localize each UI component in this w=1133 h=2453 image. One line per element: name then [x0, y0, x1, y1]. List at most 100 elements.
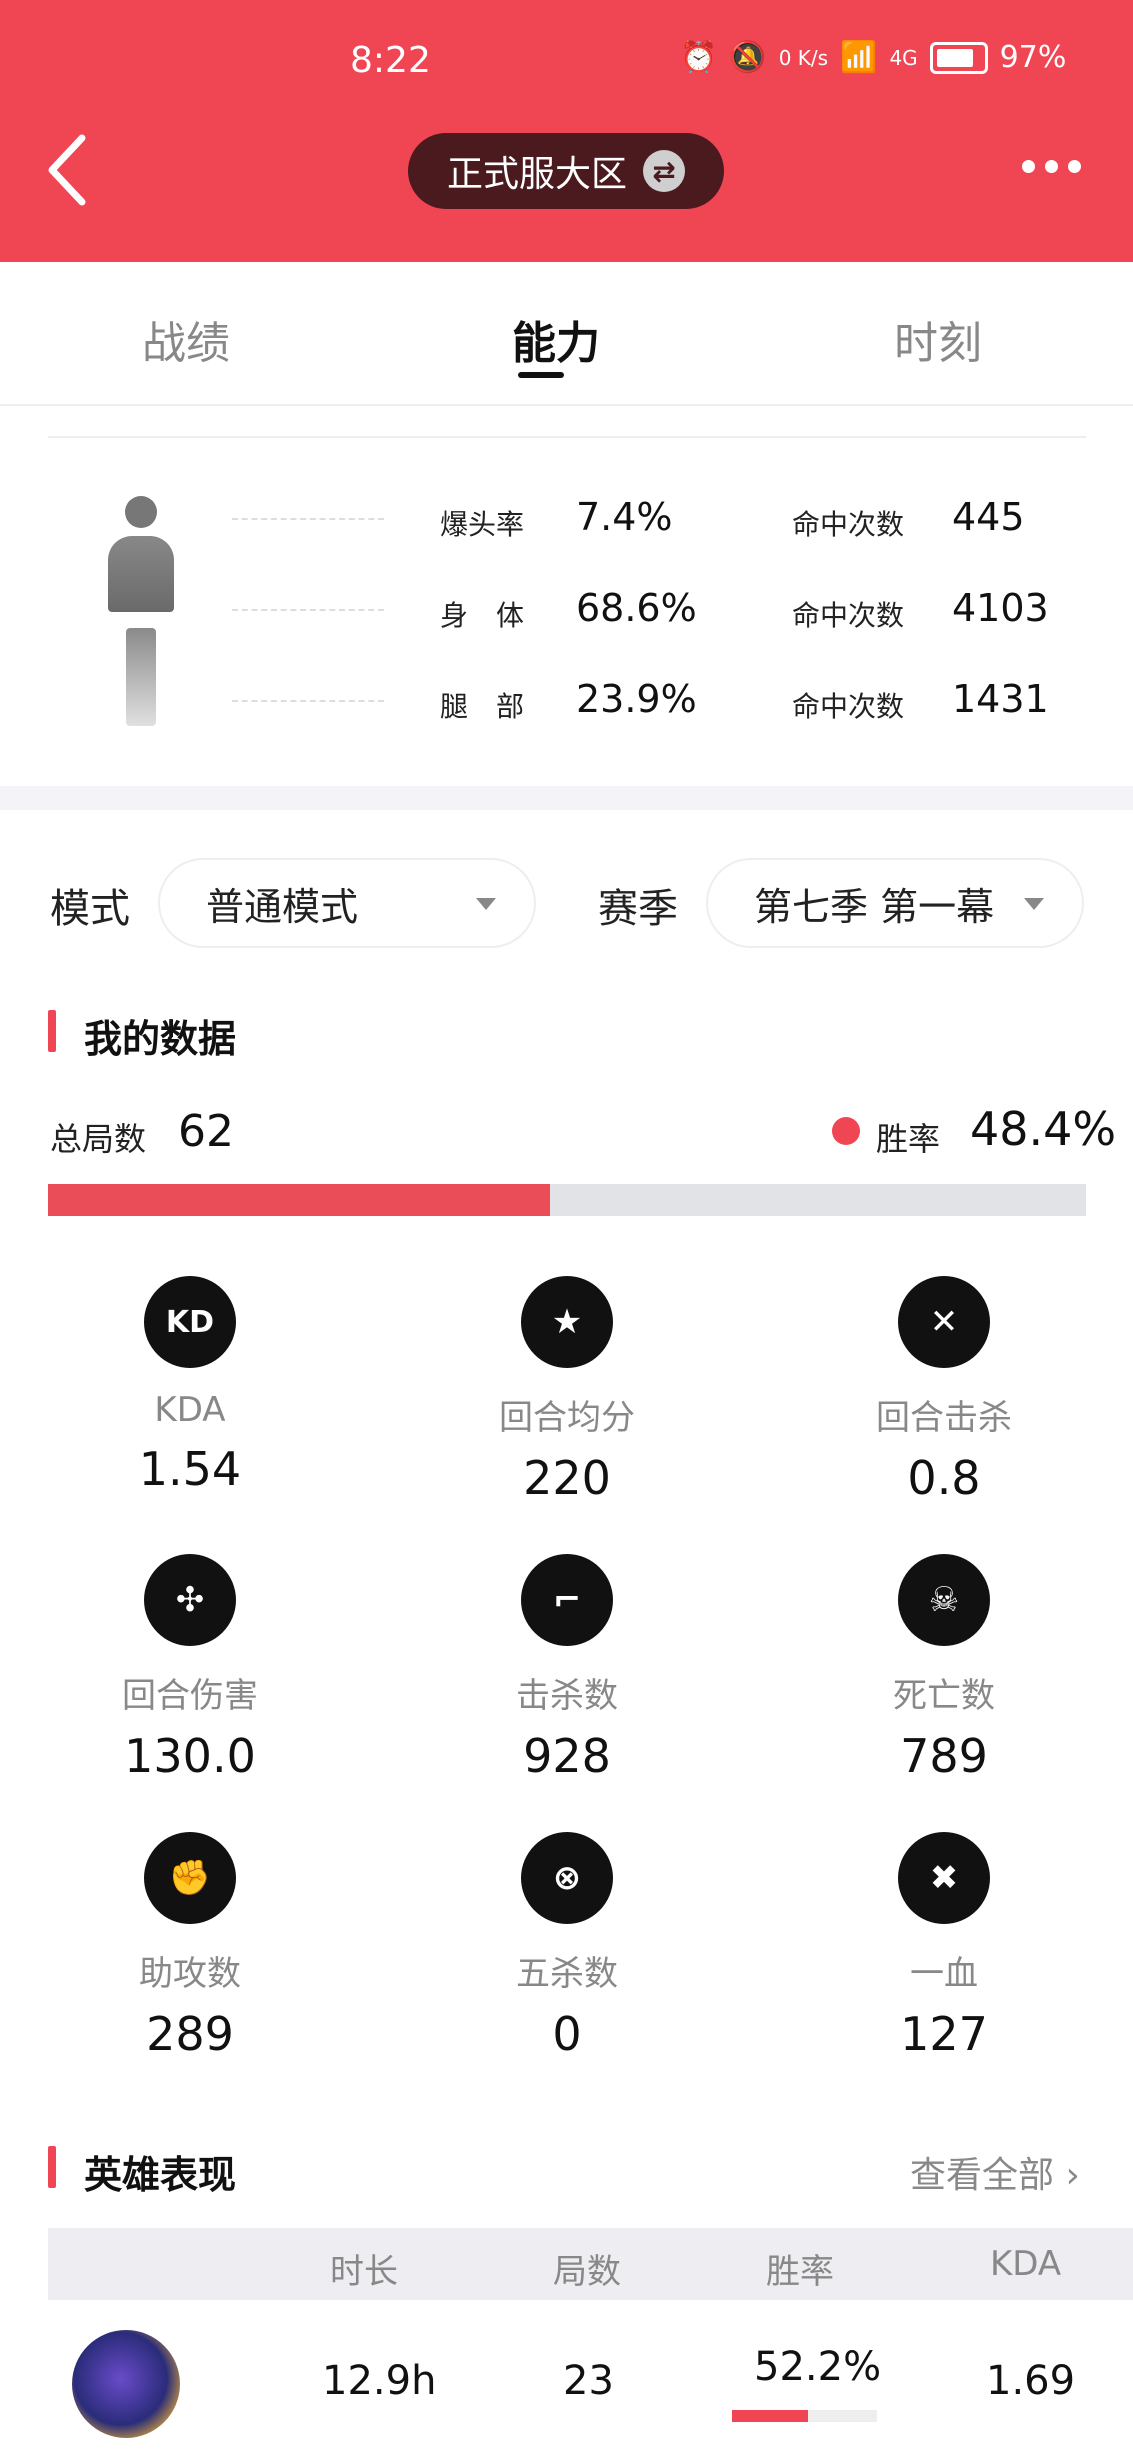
headshot-hits-label: 命中次数 — [792, 508, 905, 541]
head-leader-line — [232, 518, 384, 520]
chevron-down-icon — [476, 898, 496, 910]
stat-value: 0.8 — [907, 1451, 981, 1505]
season-value: 第七季 第一幕 — [754, 884, 995, 929]
hero-winrate-fill — [732, 2410, 808, 2422]
body-hits-label: 命中次数 — [792, 599, 905, 632]
stat-label: 回合伤害 — [122, 1676, 258, 1716]
battery-icon — [929, 41, 988, 74]
chevron-right-icon: › — [1065, 2155, 1080, 2196]
legs-hits-label: 命中次数 — [792, 690, 905, 723]
legs-hits: 1431 — [952, 677, 1049, 721]
winrate-dot — [832, 1117, 860, 1145]
col-duration: 时长 — [330, 2252, 398, 2292]
stat-label: 死亡数 — [893, 1676, 995, 1716]
hero-section-title: 英雄表现 — [84, 2153, 237, 2197]
stat-label: 击杀数 — [516, 1676, 618, 1716]
server-label: 正式服大区 — [446, 154, 627, 195]
status-bar: 8:22 ⏰ 🔕 0 K/s 📶 4G 97% — [0, 40, 1133, 90]
stat-value: 289 — [146, 2007, 234, 2061]
tab-bar: 战绩 能力 时刻 — [0, 262, 1133, 406]
stat-value: 127 — [900, 2007, 988, 2061]
tab-moments[interactable]: 时刻 — [894, 307, 982, 371]
total-games-value: 62 — [178, 1106, 234, 1157]
stat-label: 一血 — [910, 1954, 978, 1994]
hero-avatar — [72, 2330, 180, 2438]
col-winrate: 胜率 — [766, 2252, 834, 2292]
body-figure-head — [125, 496, 157, 528]
hero-duration: 12.9h — [322, 2358, 437, 2404]
section-divider — [0, 786, 1133, 810]
tab-record[interactable]: 战绩 — [142, 307, 230, 371]
stat-label: 助攻数 — [139, 1954, 241, 1994]
stat-label: 回合均分 — [499, 1398, 635, 1438]
hero-table-header: 时长 局数 胜率 KDA — [48, 2228, 1133, 2300]
stat-value: 0 — [552, 2007, 582, 2061]
stat-first-blood: ✖ 一血 127 — [814, 1832, 1074, 2061]
season-select[interactable]: 第七季 第一幕 — [706, 858, 1084, 948]
tab-ability[interactable]: 能力 — [512, 307, 600, 371]
view-all-label: 查看全部 — [910, 2155, 1055, 2196]
app-header: 8:22 ⏰ 🔕 0 K/s 📶 4G 97% 正式服大区 ⇄ — [0, 0, 1133, 262]
stat-pentakills: ⊗ 五杀数 0 — [437, 1832, 697, 2061]
headshot-label: 爆头率 — [440, 508, 525, 541]
legs-label: 腿 部 — [440, 690, 525, 723]
stat-value: 1.54 — [138, 1442, 242, 1496]
mute-icon: 🔕 — [729, 40, 767, 75]
winrate-label: 胜率 — [876, 1120, 941, 1158]
status-time: 8:22 — [350, 40, 431, 81]
headshot-rate: 7.4% — [576, 495, 673, 539]
swap-icon: ⇄ — [643, 150, 685, 192]
body-label: 身 体 — [440, 599, 525, 632]
winrate-progress-bar — [48, 1184, 1086, 1216]
active-tab-indicator — [518, 372, 564, 378]
slash-icon: ✣ — [144, 1554, 236, 1646]
hero-games: 23 — [563, 2358, 614, 2404]
legs-rate: 23.9% — [576, 677, 697, 721]
hero-winrate: 52.2% — [754, 2344, 882, 2390]
season-label: 赛季 — [598, 886, 678, 932]
back-arrow-icon[interactable] — [42, 130, 92, 210]
stat-value: 220 — [523, 1451, 611, 1505]
stat-value: 928 — [523, 1729, 611, 1783]
stat-assists: ✊ 助攻数 289 — [60, 1832, 320, 2061]
network-type: 4G — [889, 45, 918, 70]
mode-value: 普通模式 — [206, 884, 359, 929]
network-speed: 0 K/s — [778, 45, 829, 70]
stat-kills: ⌐ 击杀数 928 — [437, 1554, 697, 1783]
section-accent — [48, 2146, 56, 2188]
stat-round-kills: ✕ 回合击杀 0.8 — [814, 1276, 1074, 1505]
status-icons: ⏰ 🔕 0 K/s 📶 4G 97% — [680, 40, 1066, 75]
hero-kda: 1.69 — [986, 2358, 1076, 2404]
mode-label: 模式 — [50, 886, 130, 932]
stat-round-damage: ✣ 回合伤害 130.0 — [60, 1554, 320, 1783]
total-games-label: 总局数 — [50, 1120, 147, 1158]
hit-distribution-card — [48, 436, 1086, 774]
col-kda: KDA — [990, 2244, 1062, 2284]
winrate-value: 48.4% — [970, 1102, 1117, 1156]
col-games: 局数 — [553, 2252, 621, 2292]
my-data-title: 我的数据 — [84, 1017, 237, 1061]
alarm-icon: ⏰ — [680, 40, 718, 75]
stat-label: 回合击杀 — [876, 1398, 1012, 1438]
pistol-icon: ⌐ — [521, 1554, 613, 1646]
stat-kda: KD KDA 1.54 — [60, 1276, 320, 1496]
server-selector[interactable]: 正式服大区 ⇄ — [408, 133, 724, 209]
star-badge-icon: ★ — [521, 1276, 613, 1368]
wifi-icon: 📶 — [840, 40, 878, 75]
skull-icon: ☠ — [898, 1554, 990, 1646]
body-hits: 4103 — [952, 586, 1049, 630]
stat-value: 130.0 — [124, 1729, 256, 1783]
more-icon[interactable] — [1022, 160, 1081, 173]
stat-value: 789 — [900, 1729, 988, 1783]
view-all-link[interactable]: 查看全部 › — [910, 2146, 1080, 2198]
headshot-hits: 445 — [952, 495, 1025, 539]
winrate-progress-fill — [48, 1184, 551, 1216]
blood-drop-icon: ✖ — [898, 1832, 990, 1924]
kd-icon: KD — [144, 1276, 236, 1368]
crossed-blades-icon: ✕ — [898, 1276, 990, 1368]
body-figure-legs — [126, 628, 156, 726]
mode-select[interactable]: 普通模式 — [158, 858, 536, 948]
stat-label: 五杀数 — [516, 1954, 618, 1994]
body-figure-torso — [108, 536, 174, 612]
stat-round-score: ★ 回合均分 220 — [437, 1276, 697, 1505]
